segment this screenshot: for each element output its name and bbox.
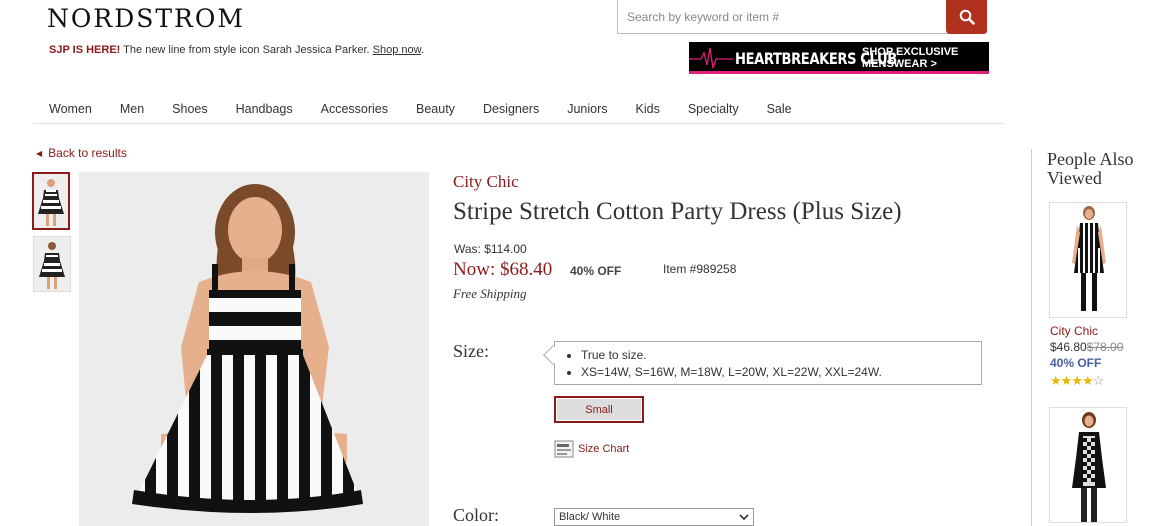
- was-price: Was: $114.00: [454, 242, 527, 256]
- nordstrom-logo[interactable]: NORDSTROM: [47, 4, 245, 33]
- product-brand-link[interactable]: City Chic: [453, 172, 519, 192]
- size-option-button[interactable]: Small: [554, 396, 644, 423]
- recommended-dress-image: [1050, 203, 1126, 317]
- banner-cta-line1: SHOP EXCLUSIVE: [862, 46, 959, 58]
- color-label: Color:: [453, 505, 500, 525]
- size-tip-item: True to size.: [581, 347, 981, 364]
- now-price: Now: $68.40: [453, 259, 553, 280]
- dress-model-image: [79, 172, 429, 526]
- promo-shop-now-link[interactable]: Shop now: [373, 44, 421, 56]
- search-input[interactable]: [618, 0, 948, 33]
- recommended-product-image-2[interactable]: [1049, 407, 1127, 523]
- star-rating: ★★★★☆: [1050, 373, 1105, 389]
- product-title: Stripe Stretch Cotton Party Dress (Plus …: [453, 198, 902, 225]
- size-chart-icon: [554, 440, 574, 458]
- nav-women[interactable]: Women: [49, 96, 92, 123]
- people-also-viewed-title: People Also Viewed: [1047, 149, 1134, 188]
- dress-back-thumbnail-image: [34, 237, 70, 291]
- heartbeat-icon: [689, 47, 733, 69]
- chevron-down-icon: [739, 514, 749, 521]
- recommended-price: $46.80$78.00: [1050, 340, 1123, 354]
- color-select-value: Black/ White: [559, 511, 621, 523]
- search-bar: [617, 0, 987, 34]
- back-arrow-icon: ◀: [36, 149, 43, 158]
- product-main-image[interactable]: [79, 172, 429, 526]
- nav-designers[interactable]: Designers: [483, 96, 539, 123]
- recommended-original-price: $78.00: [1086, 340, 1124, 354]
- dress-thumbnail-image: [34, 174, 68, 228]
- back-link-label: Back to results: [48, 146, 127, 160]
- promo-headline: SJP IS HERE!: [49, 44, 121, 56]
- size-chart-label: Size Chart: [578, 443, 630, 455]
- recommended-dress-image-2: [1050, 408, 1126, 522]
- star-icon: ★: [1060, 373, 1073, 388]
- size-chart-link[interactable]: Size Chart: [554, 439, 629, 459]
- main-nav: Women Men Shoes Handbags Accessories Bea…: [33, 96, 1003, 124]
- promo-message: SJP IS HERE! The new line from style ico…: [49, 44, 424, 56]
- promo-text: The new line from style icon Sarah Jessi…: [120, 44, 373, 56]
- sidebar-divider: [1031, 149, 1032, 526]
- recommended-discount: 40% OFF: [1050, 356, 1102, 370]
- banner-cta-line2: MENSWEAR >: [862, 58, 937, 70]
- item-number: Item #989258: [663, 262, 737, 276]
- nav-accessories[interactable]: Accessories: [321, 96, 388, 123]
- promo-period: .: [420, 44, 425, 56]
- recommended-product-image[interactable]: [1049, 202, 1127, 318]
- star-icon: ★: [1081, 373, 1094, 388]
- back-to-results-link[interactable]: ◀ Back to results: [36, 146, 127, 160]
- size-fit-tooltip: True to size. XS=14W, S=16W, M=18W, L=20…: [543, 341, 982, 385]
- discount-badge: 40% OFF: [570, 264, 622, 278]
- size-tip-item: XS=14W, S=16W, M=18W, L=20W, XL=22W, XXL…: [581, 364, 981, 381]
- nav-juniors[interactable]: Juniors: [567, 96, 607, 123]
- free-shipping-text: Free Shipping: [453, 286, 527, 301]
- nav-shoes[interactable]: Shoes: [172, 96, 207, 123]
- nav-men[interactable]: Men: [120, 96, 144, 123]
- star-empty-icon: ☆: [1092, 373, 1105, 388]
- search-icon: [959, 9, 975, 25]
- nav-handbags[interactable]: Handbags: [236, 96, 293, 123]
- star-icon: ★: [1071, 373, 1083, 388]
- star-icon: ★: [1050, 373, 1062, 388]
- search-button[interactable]: [946, 0, 987, 34]
- nav-beauty[interactable]: Beauty: [416, 96, 455, 123]
- heartbreakers-club-banner[interactable]: HEARTBREAKERS CLUB SHOP EXCLUSIVE MENSWE…: [689, 42, 989, 74]
- size-label: Size:: [453, 341, 489, 361]
- banner-stripe: [689, 71, 989, 74]
- nav-specialty[interactable]: Specialty: [688, 96, 739, 123]
- banner-cta: SHOP EXCLUSIVE MENSWEAR >: [862, 46, 958, 70]
- color-select[interactable]: Black/ White: [554, 508, 754, 526]
- product-thumbnail-2[interactable]: [33, 236, 71, 292]
- recommended-sale-price: $46.80: [1050, 340, 1087, 354]
- nav-sale[interactable]: Sale: [767, 96, 792, 123]
- nav-kids[interactable]: Kids: [636, 96, 660, 123]
- product-thumbnail-1[interactable]: [32, 172, 70, 230]
- recommended-brand-link[interactable]: City Chic: [1050, 324, 1098, 338]
